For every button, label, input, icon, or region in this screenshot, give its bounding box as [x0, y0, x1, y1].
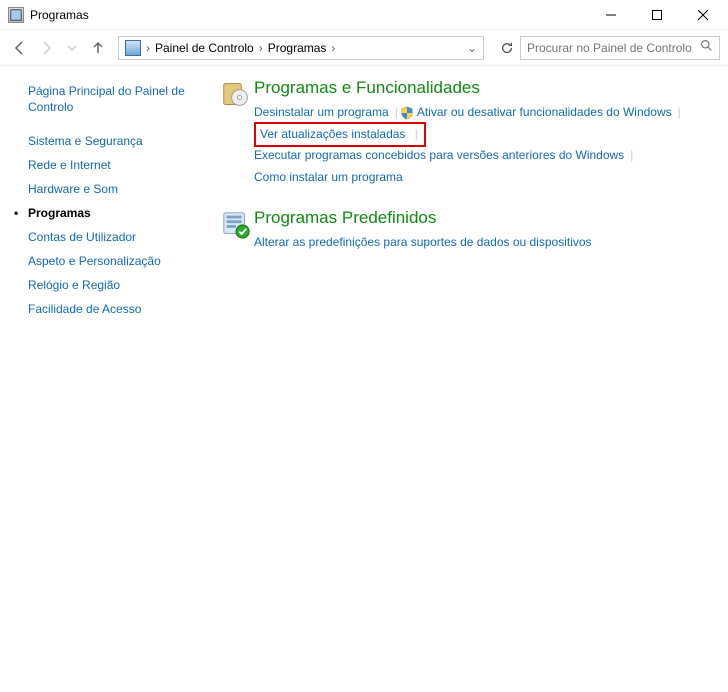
refresh-button[interactable] — [496, 37, 518, 59]
programs-features-icon — [218, 78, 254, 188]
link-compatibility-programs[interactable]: Executar programas concebidos para versõ… — [254, 145, 630, 167]
nav-up-button[interactable] — [86, 36, 110, 60]
control-panel-icon — [125, 40, 141, 56]
close-button[interactable] — [680, 0, 726, 30]
breadcrumb-item[interactable]: Programas — [264, 39, 331, 57]
chevron-down-icon[interactable]: ⌄ — [467, 41, 477, 55]
nav-forward-button[interactable] — [34, 36, 58, 60]
search-input[interactable] — [527, 41, 696, 55]
link-separator: | — [630, 145, 635, 167]
sidebar-item-system-security[interactable]: Sistema e Segurança — [28, 129, 194, 153]
section-programs-features: Programas e Funcionalidades Desinstalar … — [218, 78, 712, 188]
chevron-right-icon[interactable]: › — [330, 41, 336, 55]
link-how-install-program[interactable]: Como instalar um programa — [254, 167, 409, 189]
link-separator: | — [415, 127, 420, 141]
app-icon — [8, 7, 24, 23]
sidebar-item-hardware-sound[interactable]: Hardware e Som — [28, 177, 194, 201]
search-icon — [700, 39, 713, 57]
breadcrumb-item[interactable]: Painel de Controlo — [151, 39, 258, 57]
main-content: Programas e Funcionalidades Desinstalar … — [210, 66, 728, 692]
default-programs-icon — [218, 208, 254, 254]
nav-toolbar: › Painel de Controlo › Programas › ⌄ — [0, 30, 728, 66]
sidebar-item-ease-of-access[interactable]: Facilidade de Acesso — [28, 297, 194, 321]
search-box[interactable] — [520, 36, 720, 60]
nav-recent-button[interactable] — [60, 36, 84, 60]
section-title[interactable]: Programas e Funcionalidades — [254, 78, 712, 98]
sidebar-item-user-accounts[interactable]: Contas de Utilizador — [28, 225, 194, 249]
sidebar-item-programs[interactable]: Programas — [28, 201, 194, 225]
title-bar: Programas — [0, 0, 728, 30]
link-change-media-defaults[interactable]: Alterar as predefinições para suportes d… — [254, 232, 598, 254]
address-bar[interactable]: › Painel de Controlo › Programas › ⌄ — [118, 36, 484, 60]
control-panel-home-link[interactable]: Página Principal do Painel de Controlo — [28, 84, 194, 115]
shield-icon — [400, 106, 414, 120]
sidebar: Página Principal do Painel de Controlo S… — [0, 66, 210, 692]
link-separator: | — [678, 102, 683, 124]
sidebar-item-appearance[interactable]: Aspeto e Personalização — [28, 249, 194, 273]
section-default-programs: Programas Predefinidos Alterar as predef… — [218, 208, 712, 254]
window-title: Programas — [30, 8, 89, 22]
section-title[interactable]: Programas Predefinidos — [254, 208, 712, 228]
link-windows-features[interactable]: Ativar ou desativar funcionalidades do W… — [417, 102, 678, 124]
nav-back-button[interactable] — [8, 36, 32, 60]
link-view-installed-updates[interactable]: Ver atualizações instaladas — [260, 127, 411, 141]
highlighted-link-box: Ver atualizações instaladas | — [254, 122, 426, 148]
link-uninstall-program[interactable]: Desinstalar um programa — [254, 102, 395, 124]
maximize-button[interactable] — [634, 0, 680, 30]
minimize-button[interactable] — [588, 0, 634, 30]
sidebar-item-network-internet[interactable]: Rede e Internet — [28, 153, 194, 177]
sidebar-item-clock-region[interactable]: Relógio e Região — [28, 273, 194, 297]
